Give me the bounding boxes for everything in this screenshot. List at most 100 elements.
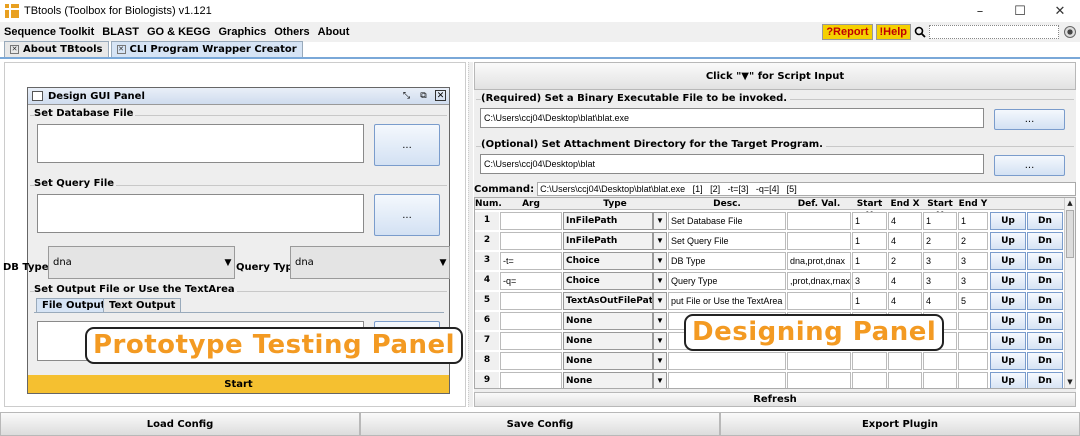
desc-cell[interactable]: DB Type [668, 252, 786, 270]
end-y-cell[interactable]: 2 [958, 232, 988, 250]
move-down-button[interactable]: Dn [1027, 272, 1063, 290]
move-up-button[interactable]: Up [990, 212, 1026, 230]
shrink-icon[interactable]: ⤡ [401, 90, 412, 101]
move-down-button[interactable]: Dn [1027, 372, 1063, 388]
arg-cell[interactable] [500, 372, 562, 388]
end-x-cell[interactable] [888, 352, 922, 370]
end-x-cell[interactable]: 4 [888, 232, 922, 250]
end-y-cell[interactable]: 1 [958, 212, 988, 230]
maximize-button[interactable]: ☐ [1000, 0, 1040, 22]
move-up-button[interactable]: Up [990, 272, 1026, 290]
move-down-button[interactable]: Dn [1027, 252, 1063, 270]
chevron-down-icon[interactable]: ▼ [653, 232, 667, 250]
gui-panel-titlebar[interactable]: Design GUI Panel ⤡ ⧉ ✕ [28, 88, 449, 105]
arg-cell[interactable] [500, 292, 562, 310]
db-type-select[interactable]: dna ▼ [48, 246, 235, 279]
desc-cell[interactable]: Set Database File [668, 212, 786, 230]
type-cell[interactable]: None [563, 332, 653, 350]
desc-cell[interactable] [668, 352, 786, 370]
menu-about[interactable]: About [314, 26, 354, 38]
menu-go-kegg[interactable]: GO & KEGG [143, 26, 215, 38]
help-button[interactable]: !Help [875, 24, 911, 40]
arg-cell[interactable]: -q= [500, 272, 562, 290]
start-y-cell[interactable] [923, 372, 957, 388]
scroll-down-icon[interactable]: ▼ [1065, 377, 1075, 388]
arg-cell[interactable] [500, 332, 562, 350]
start-x-cell[interactable]: 1 [852, 212, 887, 230]
query-file-textarea[interactable] [37, 194, 364, 233]
chevron-down-icon[interactable]: ▼ [653, 372, 667, 388]
start-x-cell[interactable]: 1 [852, 252, 887, 270]
move-up-button[interactable]: Up [990, 352, 1026, 370]
tab-about-tbtools[interactable]: ✕ About TBtools [4, 41, 109, 57]
record-icon[interactable] [1064, 26, 1076, 38]
default-value-cell[interactable] [787, 352, 851, 370]
start-y-cell[interactable]: 3 [923, 252, 957, 270]
move-down-button[interactable]: Dn [1027, 212, 1063, 230]
close-icon[interactable]: ✕ [435, 90, 446, 101]
chevron-down-icon[interactable]: ▼ [653, 332, 667, 350]
move-down-button[interactable]: Dn [1027, 312, 1063, 330]
chevron-down-icon[interactable]: ▼ [653, 352, 667, 370]
chevron-down-icon[interactable]: ▼ [653, 312, 667, 330]
chevron-down-icon[interactable]: ▼ [653, 252, 667, 270]
desc-cell[interactable] [668, 372, 786, 388]
type-cell[interactable]: None [563, 352, 653, 370]
query-browse-button[interactable]: ... [374, 194, 440, 236]
export-plugin-button[interactable]: Export Plugin [720, 412, 1080, 436]
end-y-cell[interactable] [958, 372, 988, 388]
end-y-cell[interactable]: 3 [958, 272, 988, 290]
binary-path-input[interactable]: C:\Users\ccj04\Desktop\blat\blat.exe [480, 108, 984, 128]
close-tab-icon[interactable]: ✕ [116, 45, 126, 54]
end-x-cell[interactable]: 4 [888, 292, 922, 310]
desc-cell[interactable]: Set Query File [668, 232, 786, 250]
type-cell[interactable]: None [563, 372, 653, 388]
database-browse-button[interactable]: ... [374, 124, 440, 166]
arg-cell[interactable] [500, 352, 562, 370]
start-x-cell[interactable]: 1 [852, 232, 887, 250]
save-config-button[interactable]: Save Config [360, 412, 720, 436]
start-y-cell[interactable]: 3 [923, 272, 957, 290]
attach-browse-button[interactable]: ... [994, 155, 1065, 176]
arg-cell[interactable] [500, 212, 562, 230]
move-down-button[interactable]: Dn [1027, 352, 1063, 370]
table-scrollbar[interactable]: ▲ ▼ [1064, 198, 1075, 388]
menu-blast[interactable]: BLAST [98, 26, 143, 38]
move-up-button[interactable]: Up [990, 372, 1026, 388]
start-y-cell[interactable]: 2 [923, 232, 957, 250]
end-x-cell[interactable]: 2 [888, 252, 922, 270]
default-value-cell[interactable] [787, 372, 851, 388]
move-down-button[interactable]: Dn [1027, 292, 1063, 310]
end-x-cell[interactable] [888, 372, 922, 388]
type-cell[interactable]: None [563, 312, 653, 330]
end-x-cell[interactable]: 4 [888, 212, 922, 230]
type-cell[interactable]: TextAsOutFilePath [563, 292, 653, 310]
default-value-cell[interactable] [787, 212, 851, 230]
start-y-cell[interactable] [923, 352, 957, 370]
chevron-down-icon[interactable]: ▼ [653, 212, 667, 230]
scroll-thumb[interactable] [1066, 210, 1074, 258]
move-up-button[interactable]: Up [990, 292, 1026, 310]
search-input[interactable] [929, 25, 1059, 39]
database-file-textarea[interactable] [37, 124, 364, 163]
menu-graphics[interactable]: Graphics [215, 26, 271, 38]
desc-cell[interactable]: put File or Use the TextArea [668, 292, 786, 310]
split-divider[interactable] [468, 62, 473, 407]
chevron-down-icon[interactable]: ▼ [653, 292, 667, 310]
type-cell[interactable]: InFilePath [563, 232, 653, 250]
load-config-button[interactable]: Load Config [0, 412, 360, 436]
script-input-button[interactable]: Click "▼" for Script Input [474, 62, 1076, 90]
default-value-cell[interactable] [787, 292, 851, 310]
end-y-cell[interactable] [958, 312, 988, 330]
type-cell[interactable]: Choice [563, 252, 653, 270]
tab-cli-wrapper-creator[interactable]: ✕ CLI Program Wrapper Creator [110, 41, 303, 57]
move-up-button[interactable]: Up [990, 252, 1026, 270]
default-value-cell[interactable]: ,prot,dnax,rnax [787, 272, 851, 290]
move-up-button[interactable]: Up [990, 232, 1026, 250]
move-down-button[interactable]: Dn [1027, 332, 1063, 350]
move-up-button[interactable]: Up [990, 332, 1026, 350]
report-button[interactable]: ?Report [822, 24, 873, 40]
menu-sequence-toolkit[interactable]: Sequence Toolkit [0, 26, 98, 38]
popout-icon[interactable]: ⧉ [418, 90, 429, 101]
move-up-button[interactable]: Up [990, 312, 1026, 330]
